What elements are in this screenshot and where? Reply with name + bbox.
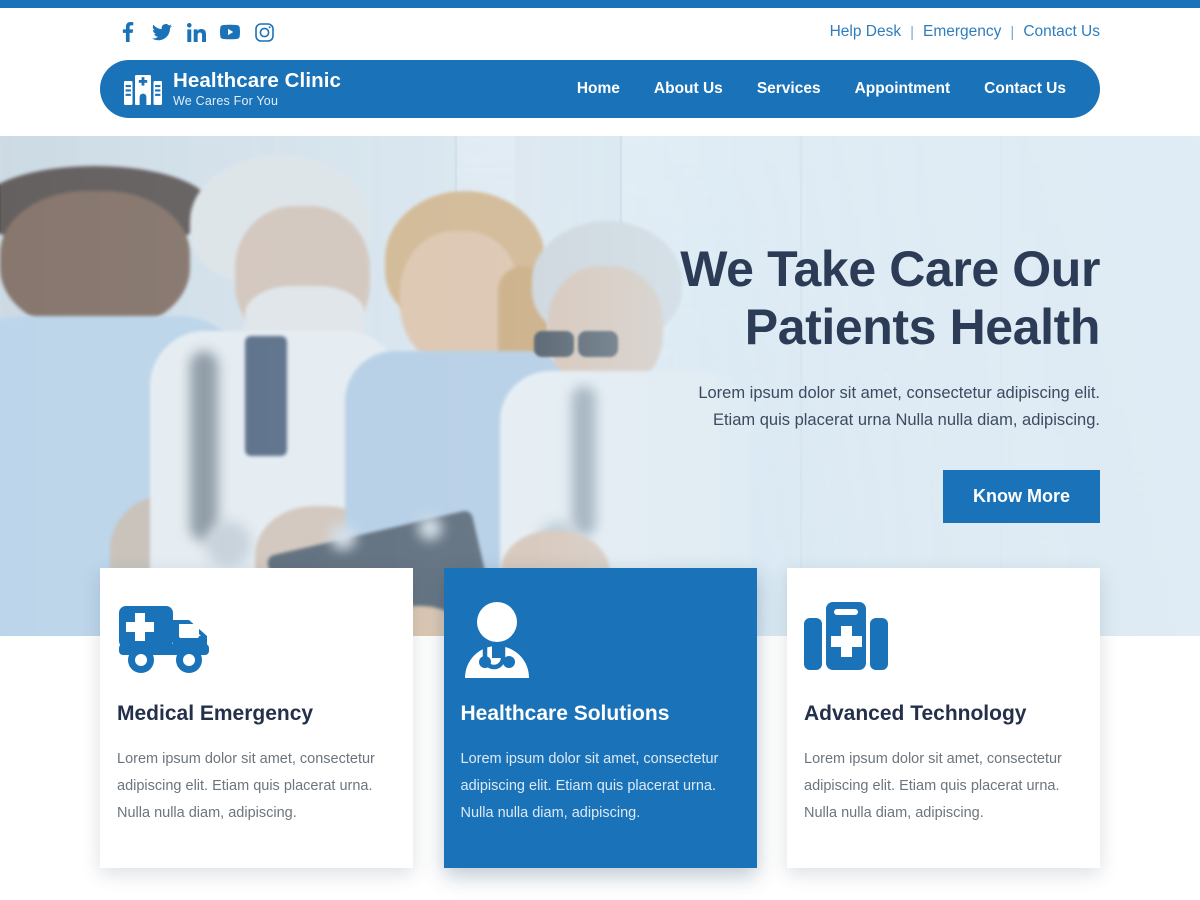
- feature-card-medical-emergency[interactable]: Medical Emergency Lorem ipsum dolor sit …: [100, 568, 413, 868]
- feature-card-healthcare-solutions[interactable]: Healthcare Solutions Lorem ipsum dolor s…: [443, 568, 757, 868]
- nav-item-about-us[interactable]: About Us: [654, 80, 723, 98]
- main-navigation: Home About Us Services Appointment Conta…: [577, 80, 1066, 98]
- nav-item-home[interactable]: Home: [577, 80, 620, 98]
- medical-kit-icon: [804, 600, 900, 684]
- feature-card-text: Lorem ipsum dolor sit amet, consectetur …: [117, 751, 375, 821]
- youtube-icon[interactable]: [220, 22, 240, 42]
- brand-name: Healthcare Clinic: [173, 69, 342, 93]
- feature-card-title: Healthcare Solutions: [460, 702, 670, 725]
- hero-subtitle-line-1: Lorem ipsum dolor sit amet, consectetur …: [698, 384, 1100, 402]
- brand-tagline: We Cares For You: [173, 93, 279, 108]
- nav-item-appointment[interactable]: Appointment: [855, 80, 951, 98]
- emergency-link[interactable]: Emergency: [923, 23, 1001, 41]
- social-links: [118, 22, 274, 42]
- page-root: Help Desk | Emergency | Contact Us Healt…: [0, 0, 1200, 900]
- instagram-icon[interactable]: [254, 22, 274, 42]
- utility-links: Help Desk | Emergency | Contact Us: [830, 23, 1100, 41]
- utility-separator-2: |: [1010, 23, 1015, 41]
- help-desk-link[interactable]: Help Desk: [830, 23, 902, 41]
- hero-title-line-2: Patients Health: [744, 299, 1101, 355]
- twitter-icon[interactable]: [152, 22, 172, 42]
- hero-title: We Take Care Our Patients Health: [640, 240, 1100, 356]
- doctor-stethoscope-icon: [461, 600, 557, 684]
- site-header: Healthcare Clinic We Cares For You Home …: [100, 60, 1100, 118]
- hero-copy: We Take Care Our Patients Health Lorem i…: [640, 240, 1100, 523]
- feature-cards: Medical Emergency Lorem ipsum dolor sit …: [100, 568, 1100, 868]
- hero-title-line-1: We Take Care Our: [680, 241, 1100, 297]
- utility-bar: Help Desk | Emergency | Contact Us: [0, 8, 1200, 56]
- feature-card-text: Lorem ipsum dolor sit amet, consectetur …: [460, 751, 719, 821]
- ambulance-icon: [117, 600, 213, 684]
- feature-card-text: Lorem ipsum dolor sit amet, consectetur …: [804, 751, 1062, 821]
- feature-card-title: Advanced Technology: [804, 702, 1027, 725]
- brand-logo[interactable]: Healthcare Clinic We Cares For You: [124, 70, 341, 108]
- contact-us-link[interactable]: Contact Us: [1023, 23, 1100, 41]
- nav-item-services[interactable]: Services: [757, 80, 821, 98]
- know-more-button[interactable]: Know More: [943, 470, 1100, 523]
- hero-section: We Take Care Our Patients Health Lorem i…: [0, 136, 1200, 636]
- hospital-building-icon: [124, 73, 162, 105]
- utility-separator-1: |: [910, 23, 915, 41]
- top-accent-strip: [0, 0, 1200, 8]
- hero-subtitle-line-2: Etiam quis placerat urna Nulla nulla dia…: [712, 411, 1100, 429]
- nav-item-contact-us[interactable]: Contact Us: [984, 80, 1066, 98]
- linkedin-icon[interactable]: [186, 22, 206, 42]
- feature-card-title: Medical Emergency: [117, 702, 314, 725]
- feature-card-advanced-technology[interactable]: Advanced Technology Lorem ipsum dolor si…: [787, 568, 1100, 868]
- hero-subtitle: Lorem ipsum dolor sit amet, consectetur …: [640, 380, 1100, 434]
- facebook-icon[interactable]: [118, 22, 138, 42]
